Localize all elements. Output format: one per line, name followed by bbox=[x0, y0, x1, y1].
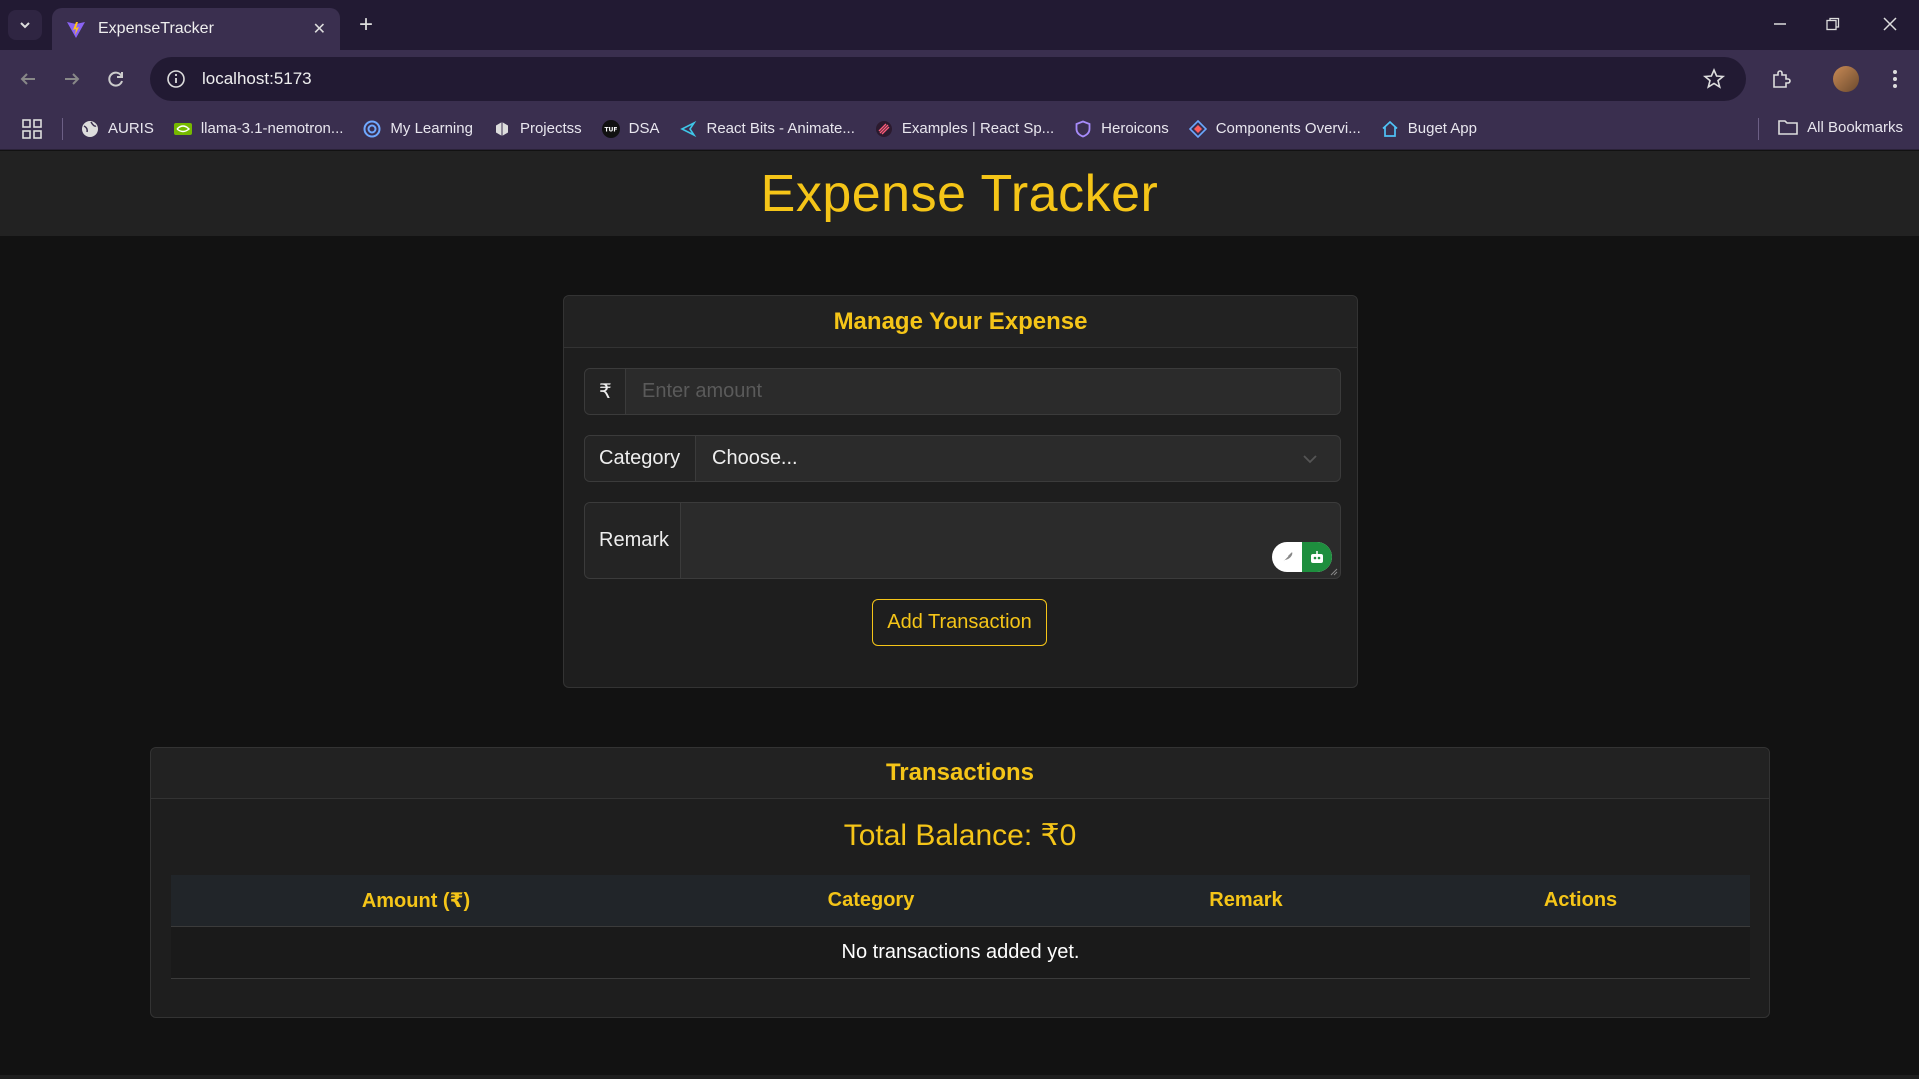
restore-icon[interactable] bbox=[1813, 10, 1853, 38]
expense-form-header: Manage Your Expense bbox=[564, 296, 1357, 348]
nvidia-icon bbox=[173, 122, 192, 135]
bookmark-my-learning[interactable]: My Learning bbox=[363, 120, 473, 138]
bookmark-auris[interactable]: AURIS bbox=[81, 120, 154, 138]
remark-label: Remark bbox=[585, 503, 681, 578]
bookmark-react-bits[interactable]: React Bits - Animate... bbox=[679, 120, 855, 138]
grammar-extension-widget[interactable] bbox=[1272, 542, 1332, 572]
all-bookmarks-button[interactable]: All Bookmarks bbox=[1778, 118, 1903, 136]
tab-title: ExpenseTracker bbox=[98, 20, 214, 37]
chevron-down-icon bbox=[20, 22, 30, 29]
window-close-icon[interactable] bbox=[1870, 10, 1910, 38]
bookmark-label: React Bits - Animate... bbox=[706, 120, 855, 137]
heroicons-icon bbox=[1075, 120, 1091, 137]
remark-textarea[interactable] bbox=[681, 503, 1340, 578]
expense-form-title: Manage Your Expense bbox=[833, 307, 1088, 335]
bookmark-dsa[interactable]: TUF DSA bbox=[601, 119, 660, 138]
bookmarks-bar: AURIS llama-3.1-nemotron... My Learning … bbox=[0, 108, 1919, 150]
amount-input-group: ₹ bbox=[584, 368, 1341, 415]
apps-grid-icon[interactable] bbox=[20, 117, 44, 141]
transactions-table: Amount (₹) Category Remark Actions No tr… bbox=[171, 875, 1750, 979]
profile-avatar[interactable] bbox=[1831, 64, 1861, 94]
resize-handle-icon[interactable] bbox=[1328, 566, 1338, 576]
bookmark-label: Heroicons bbox=[1101, 120, 1169, 137]
total-balance: Total Balance: ₹0 bbox=[843, 819, 1077, 852]
bookmark-buget-app[interactable]: Buget App bbox=[1381, 120, 1477, 138]
transactions-title: Transactions bbox=[885, 759, 1035, 786]
add-transaction-button[interactable]: Add Transaction bbox=[872, 599, 1047, 646]
globe-icon bbox=[82, 120, 98, 137]
forward-icon[interactable] bbox=[57, 64, 87, 94]
react-bits-icon bbox=[680, 120, 697, 137]
all-bookmarks-label: All Bookmarks bbox=[1807, 118, 1903, 136]
extensions-icon[interactable] bbox=[1766, 64, 1796, 94]
page-title: Expense Tracker bbox=[760, 164, 1159, 223]
folder-icon bbox=[1778, 120, 1798, 135]
expense-form-card: Manage Your Expense ₹ Category Choose...… bbox=[563, 295, 1358, 688]
vite-icon bbox=[67, 22, 85, 38]
transactions-card: Transactions Total Balance: ₹0 Amount (₹… bbox=[150, 747, 1770, 1018]
page-bottom-edge bbox=[0, 1075, 1919, 1079]
home-icon bbox=[1382, 120, 1398, 137]
browser-toolbar: localhost:5173 bbox=[0, 50, 1919, 108]
category-select[interactable]: Choose... bbox=[696, 436, 1340, 481]
back-icon[interactable] bbox=[13, 64, 43, 94]
react-spring-icon bbox=[875, 120, 892, 137]
close-icon[interactable]: ✕ bbox=[313, 19, 326, 39]
bookmark-label: AURIS bbox=[108, 120, 154, 137]
column-header-category: Category bbox=[661, 875, 1081, 927]
components-icon bbox=[1188, 119, 1207, 138]
category-input-group: Category Choose... bbox=[584, 435, 1341, 482]
minimize-icon[interactable] bbox=[1760, 10, 1800, 38]
bookmarks-divider bbox=[62, 117, 63, 140]
table-header-row: Amount (₹) Category Remark Actions bbox=[171, 875, 1750, 927]
category-selected-value: Choose... bbox=[712, 447, 798, 469]
bookmark-components[interactable]: Components Overvi... bbox=[1188, 119, 1361, 138]
browser-tab-bar: ExpenseTracker ✕ + bbox=[0, 0, 1919, 50]
bookmark-label: Examples | React Sp... bbox=[901, 120, 1055, 137]
avatar bbox=[1833, 66, 1859, 92]
empty-state-text: No transactions added yet. bbox=[171, 926, 1750, 979]
bookmark-label: Projectss bbox=[519, 120, 582, 137]
star-icon[interactable] bbox=[1702, 67, 1726, 91]
remark-input-group: Remark bbox=[584, 502, 1341, 579]
bookmark-label: My Learning bbox=[390, 120, 473, 137]
transactions-header: Transactions bbox=[151, 748, 1769, 799]
bookmark-label: Buget App bbox=[1407, 120, 1477, 137]
chevron-down-icon bbox=[1303, 454, 1317, 463]
table-row: No transactions added yet. bbox=[171, 926, 1750, 979]
menu-icon[interactable] bbox=[1880, 64, 1910, 94]
column-header-remark: Remark bbox=[1081, 875, 1411, 927]
bookmark-label: DSA bbox=[628, 120, 660, 137]
reload-icon[interactable] bbox=[101, 64, 131, 94]
svg-text:TUF: TUF bbox=[604, 126, 617, 133]
bookmark-label: Components Overvi... bbox=[1215, 120, 1361, 137]
project-icon bbox=[495, 121, 508, 136]
bookmarks-divider bbox=[1758, 118, 1759, 140]
category-label: Category bbox=[585, 436, 696, 481]
feather-icon[interactable] bbox=[1272, 542, 1302, 572]
new-tab-button[interactable]: + bbox=[352, 11, 380, 38]
bookmark-react-spring[interactable]: Examples | React Sp... bbox=[875, 120, 1054, 138]
address-bar[interactable]: localhost:5173 bbox=[150, 57, 1746, 101]
app-header: Expense Tracker bbox=[0, 151, 1919, 236]
bookmark-llama[interactable]: llama-3.1-nemotron... bbox=[173, 120, 344, 138]
amount-input[interactable] bbox=[626, 369, 1340, 414]
info-icon[interactable] bbox=[166, 69, 186, 89]
bookmark-heroicons[interactable]: Heroicons bbox=[1074, 120, 1169, 138]
bookmark-projectss[interactable]: Projectss bbox=[493, 120, 582, 138]
url-text[interactable]: localhost:5173 bbox=[202, 69, 1702, 89]
column-header-actions: Actions bbox=[1411, 875, 1750, 927]
bookmark-label: llama-3.1-nemotron... bbox=[200, 120, 344, 137]
tuf-icon: TUF bbox=[601, 119, 620, 138]
column-header-amount: Amount (₹) bbox=[171, 875, 661, 927]
tab-search-button[interactable] bbox=[8, 10, 42, 40]
currency-symbol: ₹ bbox=[585, 369, 626, 414]
browser-tab[interactable]: ExpenseTracker ✕ bbox=[52, 8, 340, 50]
learning-icon bbox=[363, 120, 381, 137]
